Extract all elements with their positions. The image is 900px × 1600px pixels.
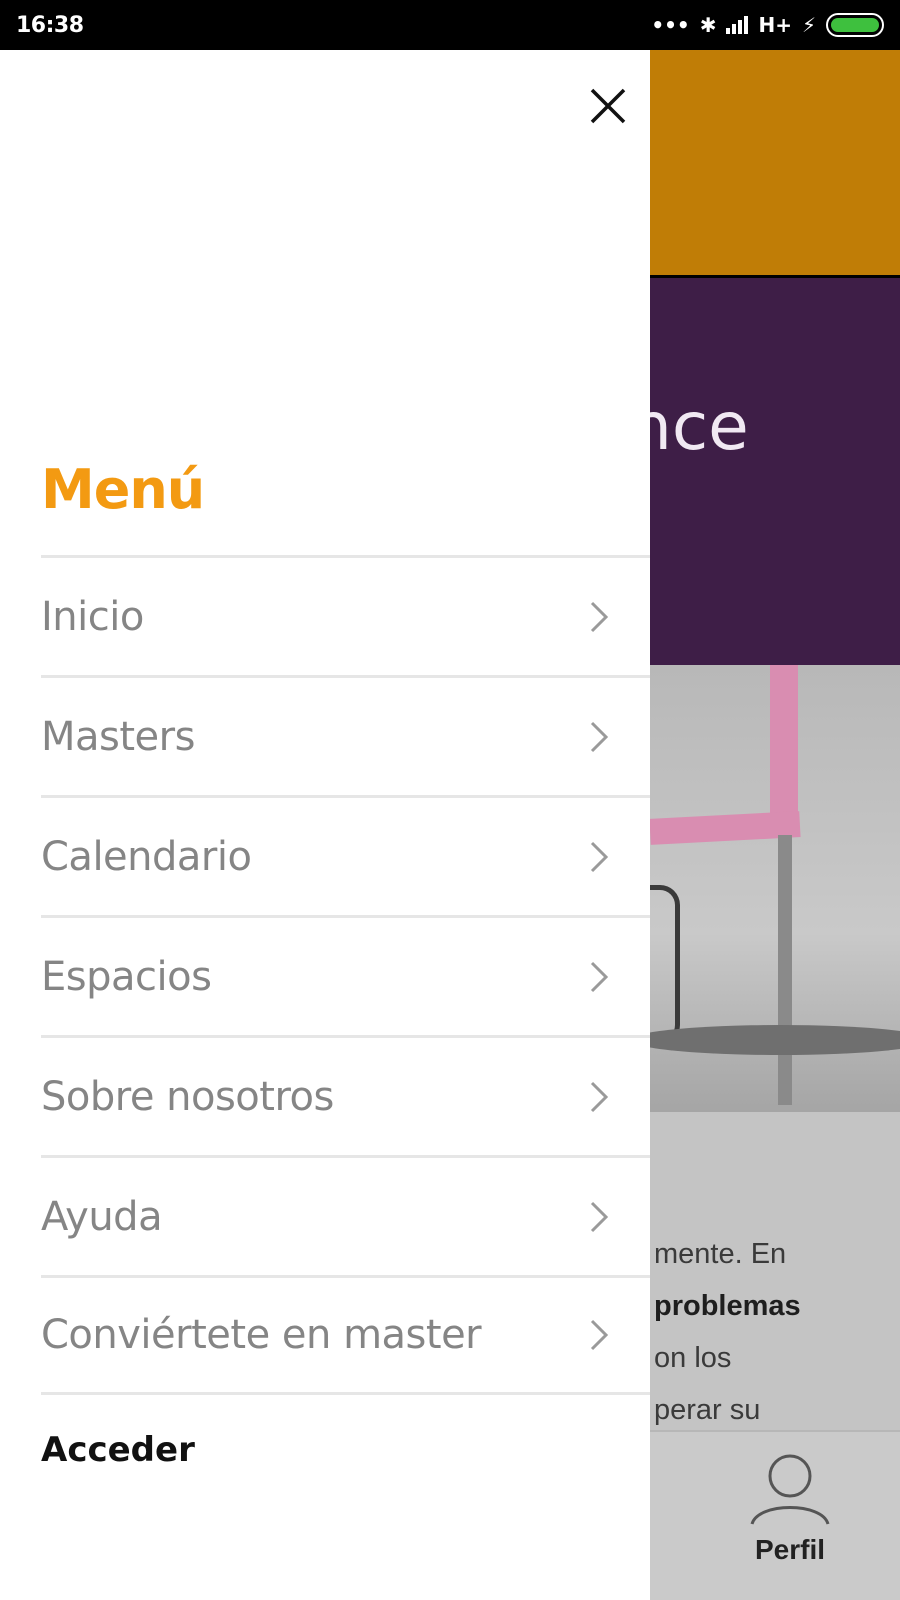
menu-item-label: Calendario bbox=[41, 833, 252, 880]
menu-item-label: Espacios bbox=[41, 953, 212, 1000]
menu-list: Inicio Masters Calendario Espacios Sobre… bbox=[41, 555, 650, 1395]
hero-section: nce bbox=[650, 278, 900, 665]
menu-item-label: Conviértete en master bbox=[41, 1312, 482, 1358]
chevron-right-icon bbox=[588, 1079, 610, 1115]
bluetooth-icon: ✱ bbox=[699, 13, 717, 37]
menu-item-inicio[interactable]: Inicio bbox=[41, 555, 650, 675]
menu-item-ayuda[interactable]: Ayuda bbox=[41, 1155, 650, 1275]
chevron-right-icon bbox=[588, 959, 610, 995]
hero-photo bbox=[650, 665, 900, 1112]
menu-item-label: Masters bbox=[41, 713, 195, 760]
user-icon bbox=[750, 1454, 830, 1525]
more-dots-icon: ••• bbox=[651, 13, 690, 37]
intro-text: mente. En problemas on los perar su bbox=[650, 1112, 900, 1430]
signal-icon bbox=[726, 16, 749, 34]
intro-line: mente. En bbox=[654, 1238, 787, 1270]
chevron-right-icon bbox=[588, 599, 610, 635]
menu-item-sobre-nosotros[interactable]: Sobre nosotros bbox=[41, 1035, 650, 1155]
nav-perfil[interactable]: Perfil bbox=[740, 1452, 840, 1566]
nav-perfil-label: Perfil bbox=[754, 1534, 826, 1565]
close-icon bbox=[590, 88, 626, 124]
battery-icon bbox=[826, 13, 884, 37]
intro-line: on los bbox=[654, 1342, 732, 1374]
chevron-right-icon bbox=[588, 1317, 610, 1353]
menu-item-label: Ayuda bbox=[41, 1193, 163, 1240]
chevron-right-icon bbox=[588, 719, 610, 755]
intro-line: perar su bbox=[654, 1394, 761, 1426]
menu-item-masters[interactable]: Masters bbox=[41, 675, 650, 795]
menu-item-espacios[interactable]: Espacios bbox=[41, 915, 650, 1035]
menu-item-conviertete-master[interactable]: Conviértete en master bbox=[41, 1275, 650, 1395]
status-bar: 16:38 ••• ✱ H+ ⚡ bbox=[0, 0, 900, 50]
menu-item-calendario[interactable]: Calendario bbox=[41, 795, 650, 915]
navigation-drawer: Menú Inicio Masters Calendario Espacios … bbox=[0, 50, 650, 1600]
chevron-right-icon bbox=[588, 839, 610, 875]
header-banner bbox=[650, 50, 900, 275]
menu-item-label: Sobre nosotros bbox=[41, 1073, 334, 1120]
intro-line: problemas bbox=[654, 1290, 801, 1322]
status-time: 16:38 bbox=[16, 12, 84, 38]
network-type-icon: H+ bbox=[758, 13, 792, 37]
charging-icon: ⚡ bbox=[801, 13, 816, 37]
menu-title: Menú bbox=[41, 458, 205, 521]
close-button[interactable] bbox=[586, 84, 630, 128]
login-link[interactable]: Acceder bbox=[41, 1430, 195, 1470]
hero-title: nce bbox=[650, 388, 749, 465]
battery-fill bbox=[831, 18, 879, 32]
status-icons: ••• ✱ H+ ⚡ bbox=[651, 13, 884, 37]
menu-item-label: Inicio bbox=[41, 593, 144, 640]
chevron-right-icon bbox=[588, 1199, 610, 1235]
bottom-nav: Perfil bbox=[650, 1430, 900, 1600]
